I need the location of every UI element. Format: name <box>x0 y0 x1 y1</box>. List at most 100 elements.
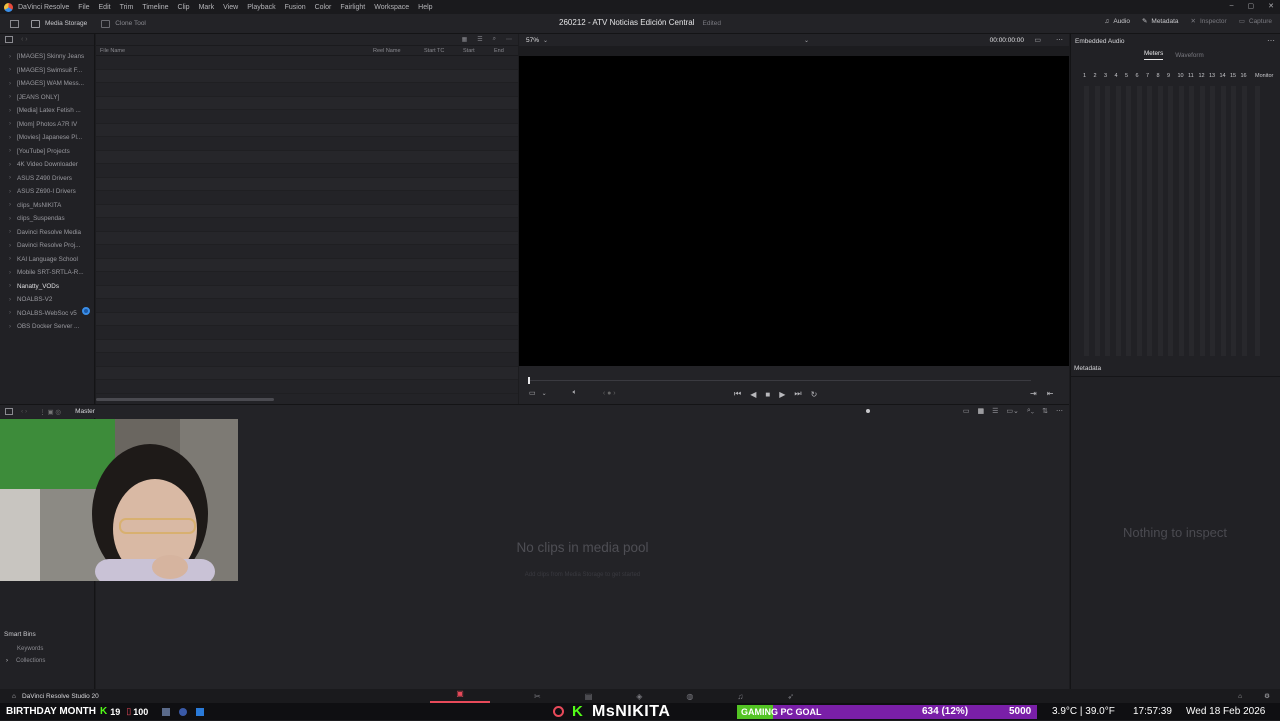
chevron-right-icon[interactable]: › <box>9 135 17 141</box>
col-file-name[interactable]: File Name <box>100 48 125 54</box>
tree-item[interactable]: › [IMAGES] Skinny Jeans <box>0 50 94 64</box>
tree-item[interactable]: › clips_MsNIKITA <box>0 199 94 213</box>
file-row[interactable] <box>96 150 518 164</box>
tree-item[interactable]: › [Movies] Japanese Pl... <box>0 131 94 145</box>
mark-in-icon[interactable]: ⇥ <box>1030 389 1037 398</box>
panel-toggle-icon[interactable] <box>10 19 19 28</box>
app-menu[interactable]: DaVinci Resolve <box>18 4 69 11</box>
chevron-right-icon[interactable]: › <box>9 270 17 276</box>
file-row[interactable] <box>96 258 518 272</box>
tree-item[interactable]: › [YouTube] Projects <box>0 145 94 159</box>
project-home-icon[interactable]: ⌂ <box>1238 693 1242 700</box>
audio-panel-more-icon[interactable]: ⋯ <box>1267 36 1275 45</box>
inspector-toggle[interactable]: ✕ Inspector <box>1191 17 1227 26</box>
tree-item[interactable]: › [Media] Latex Fetish ... <box>0 104 94 118</box>
smart-bin-keywords[interactable]: Keywords <box>17 646 45 652</box>
fairlight-page-icon[interactable]: ♫ <box>737 692 743 701</box>
collections-row[interactable]: › Collections <box>4 658 45 664</box>
view-mode-dropdown-icon[interactable]: ⌄ <box>542 390 547 397</box>
tree-item[interactable]: › Nanatty_VODs <box>0 280 94 294</box>
tree-item[interactable]: › [IMAGES] WAM Mess... <box>0 77 94 91</box>
clip-view-icon[interactable]: ▭⌄ <box>1006 407 1018 415</box>
maximize-button[interactable]: ▢ <box>1248 2 1255 10</box>
tree-item[interactable]: › 4K Video Downloader <box>0 158 94 172</box>
file-row[interactable] <box>96 380 518 394</box>
stop-icon[interactable]: ■ <box>765 390 770 399</box>
chevron-right-icon[interactable]: › <box>9 189 17 195</box>
tree-item[interactable]: › Davinci Resolve Media <box>0 226 94 240</box>
tree-item[interactable]: › ASUS Z490 Drivers <box>0 172 94 186</box>
taskbar-app-icon-2[interactable] <box>179 707 188 716</box>
color-page-icon[interactable]: ◍ <box>686 692 693 701</box>
browser-scrollbar[interactable] <box>96 398 274 401</box>
tree-item[interactable]: › Davinci Resolve Proj... <box>0 239 94 253</box>
capture-toggle[interactable]: ▭ Capture <box>1239 17 1272 26</box>
tree-item[interactable]: › NOALBS-V2 <box>0 293 94 307</box>
tab-meters[interactable]: Meters <box>1144 50 1164 60</box>
file-row[interactable] <box>96 245 518 259</box>
settings-icon[interactable]: ⚙︎ <box>1264 692 1270 700</box>
play-icon[interactable]: ▶︎ <box>779 390 785 399</box>
viewer-more-icon[interactable]: ⋯ <box>1056 36 1063 44</box>
pool-search-icon[interactable]: ⌕⌄ <box>1027 407 1034 415</box>
chevron-right-icon[interactable]: › <box>9 148 17 154</box>
file-row[interactable] <box>96 96 518 110</box>
more-options-icon[interactable]: ⋯ <box>506 36 512 43</box>
loop-icon[interactable]: ↻ <box>811 390 818 399</box>
file-row[interactable] <box>96 312 518 326</box>
menu-trim[interactable]: Trim <box>120 4 134 11</box>
menu-help[interactable]: Help <box>418 4 432 11</box>
menu-playback[interactable]: Playback <box>247 4 275 11</box>
chevron-right-icon[interactable]: › <box>9 67 17 73</box>
chevron-right-icon[interactable]: › <box>9 310 17 316</box>
media-page-icon[interactable]: ▣ <box>430 689 490 703</box>
tree-item[interactable]: › NOALBS-WebSoc v5 <box>0 307 94 321</box>
fusion-page-icon[interactable]: ◈ <box>636 692 642 701</box>
chevron-right-icon[interactable]: › <box>9 297 17 303</box>
viewer-canvas[interactable] <box>519 56 1069 366</box>
jog-control[interactable]: ‹ ● › <box>603 390 616 397</box>
file-row[interactable] <box>96 204 518 218</box>
file-row[interactable] <box>96 191 518 205</box>
file-row[interactable] <box>96 272 518 286</box>
menu-fusion[interactable]: Fusion <box>285 4 306 11</box>
viewer-options-icon[interactable]: ▭ <box>1034 36 1041 44</box>
chevron-right-icon[interactable]: › <box>9 243 17 249</box>
file-row[interactable] <box>96 366 518 380</box>
file-row[interactable] <box>96 164 518 178</box>
tree-item[interactable]: › OBS Docker Server ... <box>0 320 94 334</box>
chevron-right-icon[interactable]: › <box>9 175 17 181</box>
col-reel-name[interactable]: Reel Name <box>373 48 401 54</box>
close-button[interactable]: ✕ <box>1268 2 1274 10</box>
edit-page-icon[interactable]: ▤ <box>585 692 593 701</box>
zoom-dropdown-icon[interactable]: ⌄ <box>543 37 548 44</box>
metadata-view-icon[interactable]: ▭ <box>963 407 970 415</box>
col-start[interactable]: Start <box>463 48 475 54</box>
pool-tools-icon[interactable]: ⋮ ▣ ◎ <box>39 408 61 416</box>
metadata-toggle[interactable]: ✎ Metadata <box>1142 17 1179 26</box>
file-row[interactable] <box>96 56 518 70</box>
tree-item[interactable]: › Mobile SRT-SRTLA-R... <box>0 266 94 280</box>
search-icon[interactable]: ⌕ <box>493 36 496 43</box>
chevron-right-icon[interactable]: › <box>9 108 17 114</box>
skip-to-end-icon[interactable]: ⏭︎ <box>794 389 801 399</box>
chevron-right-icon[interactable]: › <box>9 54 17 60</box>
chevron-right-icon[interactable]: › <box>9 229 17 235</box>
sidebar-icon[interactable] <box>5 36 13 43</box>
tree-item[interactable]: › [JEANS ONLY] <box>0 91 94 105</box>
deliver-page-icon[interactable]: ➶ <box>787 692 794 701</box>
bin-list-toggle-icon[interactable] <box>5 408 13 415</box>
chevron-right-icon[interactable]: › <box>9 162 17 168</box>
taskbar-app-icon[interactable] <box>162 707 171 716</box>
file-row[interactable] <box>96 83 518 97</box>
menu-workspace[interactable]: Workspace <box>374 4 409 11</box>
scrubber-track[interactable] <box>529 380 1031 381</box>
tree-item[interactable]: › [IMAGES] Swimsuit F... <box>0 64 94 78</box>
menu-fairlight[interactable]: Fairlight <box>340 4 365 11</box>
menu-mark[interactable]: Mark <box>199 4 215 11</box>
file-row[interactable] <box>96 177 518 191</box>
media-storage-button[interactable]: Media Storage <box>31 19 87 28</box>
col-end[interactable]: End <box>494 48 504 54</box>
chevron-right-icon[interactable]: › <box>9 202 17 208</box>
tree-item[interactable]: › ASUS Z690-I Drivers <box>0 185 94 199</box>
